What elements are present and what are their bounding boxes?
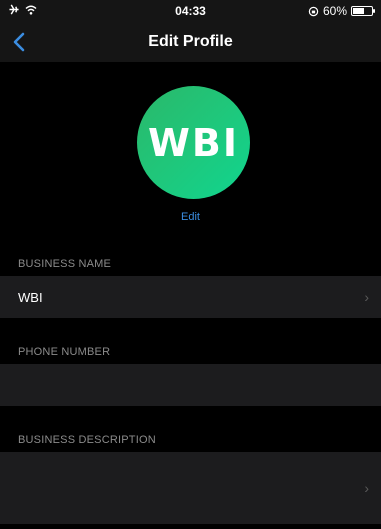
business-name-label: BUSINESS NAME: [18, 258, 112, 270]
battery-fill: [353, 8, 364, 14]
battery-percent: 60%: [322, 4, 347, 18]
business-description-label: BUSINESS DESCRIPTION: [18, 434, 156, 446]
orientation-lock-icon: [308, 6, 319, 16]
phone-number-field[interactable]: [0, 364, 381, 406]
avatar[interactable]: WBI: [137, 86, 250, 199]
business-name-value: WBI: [18, 290, 43, 305]
status-bar: 04:33 60%: [0, 0, 381, 22]
phone-number-label: PHONE NUMBER: [18, 346, 111, 358]
business-description-row[interactable]: ›: [0, 452, 381, 524]
chevron-right-icon: ›: [364, 289, 369, 305]
avatar-text: WBI: [147, 120, 240, 165]
chevron-right-icon: ›: [364, 480, 369, 496]
nav-bar: Edit Profile: [0, 22, 381, 62]
status-right: 60%: [308, 4, 375, 18]
business-name-row[interactable]: WBI ›: [0, 276, 381, 318]
battery-icon: [351, 6, 375, 16]
edit-avatar-link[interactable]: Edit: [0, 211, 381, 223]
page-title: Edit Profile: [148, 33, 233, 50]
